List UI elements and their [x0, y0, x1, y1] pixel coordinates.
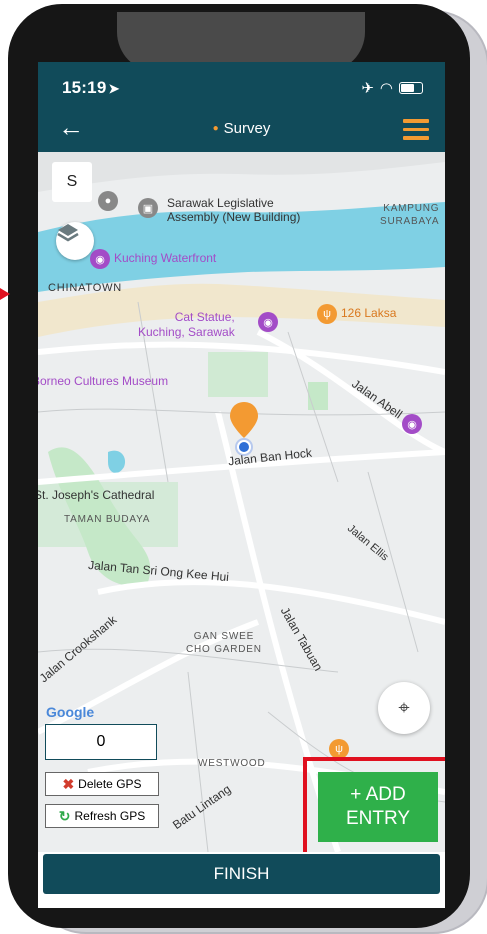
poi-icon: ●	[98, 191, 118, 211]
add-entry-button[interactable]: + ADD ENTRY	[318, 772, 438, 842]
map-label-laksa: 126 Laksa	[341, 306, 397, 320]
title-dot-icon: ●	[212, 123, 219, 134]
app-screen: 15:19 ➤ ✈ ◠ ← ● Survey Sarawak Legislati…	[38, 62, 445, 908]
restaurant-poi-icon: ψ	[317, 304, 337, 324]
hamburger-menu-icon[interactable]	[403, 119, 429, 145]
delete-icon: ✖	[62, 775, 75, 792]
status-time: 15:19 ➤	[62, 78, 120, 97]
page-title: ● Survey	[212, 120, 271, 137]
map-label-cat-statue: Cat Statue, Kuching, Sarawak	[138, 310, 235, 339]
camera-poi-icon: ◉	[90, 249, 110, 269]
map-label-kuching-waterfront: Kuching Waterfront	[114, 251, 217, 265]
layer-toggle-button[interactable]: S	[52, 162, 92, 202]
map-view[interactable]: Sarawak Legislative Assembly (New Buildi…	[38, 152, 445, 852]
delete-gps-button[interactable]: ✖ Delete GPS	[45, 772, 159, 796]
wifi-icon: ◠	[379, 80, 393, 97]
map-label-kampung-surabaya: KAMPUNG SURABAYA	[380, 203, 440, 227]
google-logo: Google	[46, 704, 95, 720]
app-header: 15:19 ➤ ✈ ◠ ← ● Survey	[38, 62, 445, 152]
layers-icon-glyph	[57, 224, 79, 242]
map-label-taman-budaya: TAMAN BUDAYA	[64, 514, 151, 525]
my-location-icon[interactable]: ⌖	[378, 682, 430, 734]
map-label-gan-swee: GAN SWEE CHO GARDEN	[186, 631, 262, 655]
camera-poi-icon: ◉	[258, 312, 278, 332]
refresh-gps-button[interactable]: ↻ Refresh GPS	[45, 804, 159, 828]
refresh-icon: ↻	[58, 807, 71, 824]
layers-icon[interactable]	[56, 222, 94, 260]
bottom-bar: FINISH	[38, 852, 445, 908]
map-pin-icon[interactable]	[228, 400, 260, 456]
annotation-arrow	[0, 288, 10, 300]
entry-count-field[interactable]: 0	[45, 724, 157, 760]
map-label-borneo-museum: Borneo Cultures Museum	[38, 374, 169, 388]
battery-icon	[399, 82, 423, 94]
map-label-chinatown: CHINATOWN	[48, 282, 123, 294]
location-arrow-icon: ➤	[108, 81, 120, 96]
restaurant-poi-icon: ψ	[329, 739, 349, 759]
camera-poi-icon: ◉	[402, 414, 422, 434]
map-label-st-joseph: St. Joseph's Cathedral	[38, 488, 155, 502]
airplane-icon: ✈	[361, 80, 374, 97]
map-label-westwood: WESTWOOD	[198, 758, 266, 769]
status-icons: ✈ ◠	[361, 79, 423, 97]
map-label-sarawak-legislative: Sarawak Legislative Assembly (New Buildi…	[167, 196, 301, 224]
finish-button[interactable]: FINISH	[43, 854, 440, 894]
building-poi-icon: ▣	[138, 198, 158, 218]
